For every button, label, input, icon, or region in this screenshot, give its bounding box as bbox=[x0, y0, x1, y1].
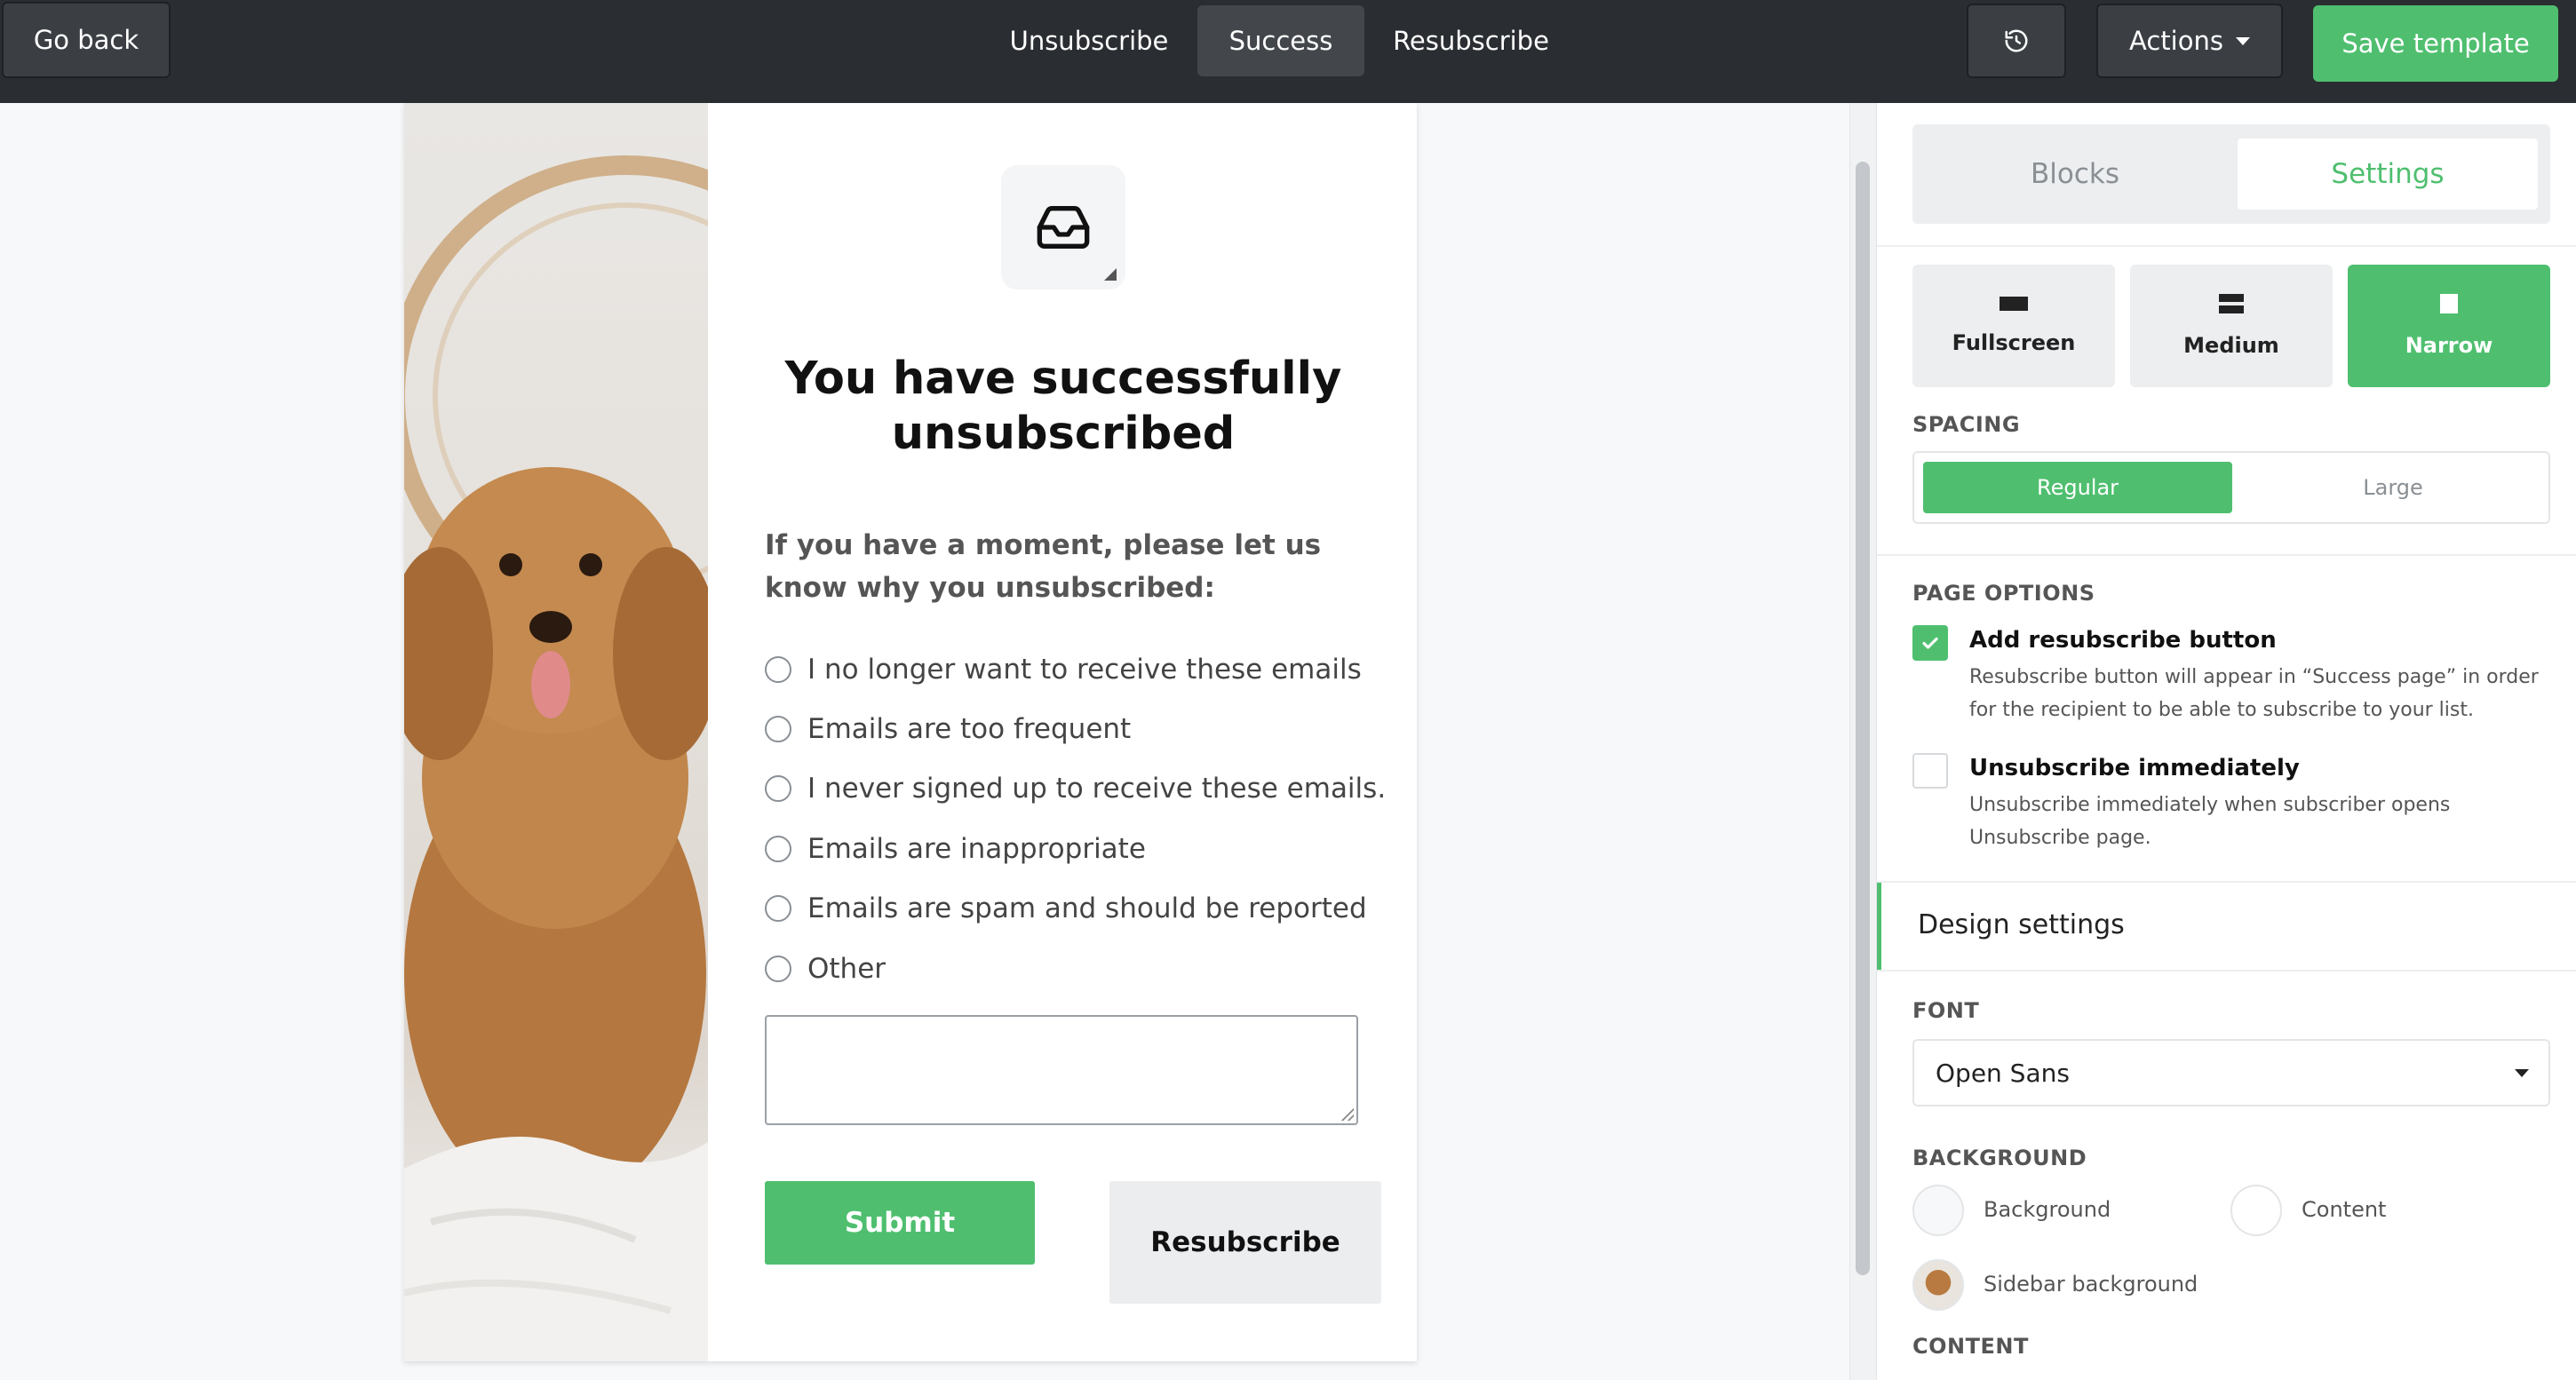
medium-layout-icon bbox=[2219, 294, 2244, 313]
reason-option[interactable]: I never signed up to receive these email… bbox=[765, 759, 1387, 819]
other-reason-textarea[interactable] bbox=[765, 1015, 1358, 1125]
background-swatch-label: Background bbox=[1984, 1197, 2111, 1222]
radio-button[interactable] bbox=[765, 716, 791, 743]
reason-option-label: Emails are inappropriate bbox=[807, 832, 1146, 865]
tab-success[interactable]: Success bbox=[1197, 5, 1364, 76]
content-label: CONTENT bbox=[1912, 1334, 2029, 1359]
reason-option[interactable]: I no longer want to receive these emails bbox=[765, 639, 1387, 699]
actions-dropdown[interactable]: Actions bbox=[2096, 4, 2283, 78]
reason-question: If you have a moment, please let us know… bbox=[765, 529, 1322, 604]
layout-fullscreen-button[interactable]: Fullscreen bbox=[1912, 265, 2115, 387]
page-options-label: PAGE OPTIONS bbox=[1912, 581, 2095, 606]
spacing-label: SPACING bbox=[1912, 412, 2021, 437]
content-color-swatch[interactable] bbox=[2230, 1185, 2282, 1236]
layout-narrow-button[interactable]: Narrow bbox=[2348, 265, 2550, 387]
radio-button[interactable] bbox=[765, 655, 791, 683]
history-icon bbox=[2005, 29, 2028, 52]
layout-label: Narrow bbox=[2405, 333, 2493, 358]
reason-options: I no longer want to receive these emails… bbox=[765, 639, 1387, 998]
sidebar-background-swatch[interactable] bbox=[1912, 1259, 1964, 1311]
spacing-large-button[interactable]: Large bbox=[2243, 462, 2543, 513]
unsubscribe-immediately-title: Unsubscribe immediately bbox=[1969, 755, 2300, 781]
save-template-button[interactable]: Save template bbox=[2313, 5, 2558, 82]
layout-medium-button[interactable]: Medium bbox=[2130, 265, 2333, 387]
actions-label: Actions bbox=[2129, 26, 2223, 56]
reason-option-label: I no longer want to receive these emails bbox=[807, 653, 1362, 686]
tab-blocks[interactable]: Blocks bbox=[1925, 139, 2225, 210]
sidebar-background-swatch-label: Sidebar background bbox=[1984, 1272, 2198, 1297]
reason-option[interactable]: Emails are spam and should be reported bbox=[765, 879, 1387, 939]
font-select[interactable]: Open Sans bbox=[1912, 1039, 2550, 1106]
reason-option-label: Emails are too frequent bbox=[807, 713, 1132, 746]
reason-option-label: Other bbox=[807, 952, 886, 985]
fullscreen-layout-icon bbox=[2000, 297, 2028, 311]
tab-unsubscribe[interactable]: Unsubscribe bbox=[995, 5, 1183, 76]
spacing-regular-button[interactable]: Regular bbox=[1923, 462, 2232, 513]
radio-button[interactable] bbox=[765, 835, 791, 862]
submit-button[interactable]: Submit bbox=[765, 1181, 1035, 1265]
reason-option[interactable]: Emails are too frequent bbox=[765, 699, 1387, 758]
radio-button[interactable] bbox=[765, 895, 791, 923]
chevron-down-icon bbox=[2235, 36, 2250, 45]
sidebar-dog-image[interactable] bbox=[404, 103, 708, 1361]
spacing-toggle: Regular Large bbox=[1912, 451, 2550, 524]
chevron-down-icon bbox=[2515, 1069, 2529, 1077]
radio-button[interactable] bbox=[765, 955, 791, 982]
background-color-swatch[interactable] bbox=[1912, 1185, 1964, 1236]
unsubscribe-immediately-checkbox[interactable] bbox=[1912, 753, 1948, 789]
add-resubscribe-description: Resubscribe button will appear in “Succe… bbox=[1969, 666, 2539, 721]
panel-tabs: Blocks Settings bbox=[1912, 124, 2550, 224]
divider bbox=[1877, 245, 2576, 247]
tab-resubscribe[interactable]: Resubscribe bbox=[1380, 5, 1562, 76]
layout-label: Medium bbox=[2183, 333, 2279, 358]
font-label: FONT bbox=[1912, 998, 1980, 1023]
reason-option-label: Emails are spam and should be reported bbox=[807, 892, 1367, 925]
tab-settings[interactable]: Settings bbox=[2238, 139, 2538, 210]
layout-label: Fullscreen bbox=[1952, 330, 2076, 355]
unsubscribe-page-card: You have successfully unsubscribed If yo… bbox=[404, 103, 1417, 1361]
preview-canvas: You have successfully unsubscribed If yo… bbox=[0, 103, 1852, 1380]
dog-photo bbox=[404, 155, 708, 1361]
design-settings-title: Design settings bbox=[1918, 909, 2125, 940]
add-resubscribe-title: Add resubscribe button bbox=[1969, 627, 2277, 654]
background-label: BACKGROUND bbox=[1912, 1146, 2087, 1170]
unsubscribe-immediately-description: Unsubscribe immediately when subscriber … bbox=[1969, 794, 2451, 849]
history-button[interactable] bbox=[1967, 4, 2066, 78]
top-bar: Go back Unsubscribe Success Resubscribe … bbox=[0, 0, 2576, 103]
font-select-value: Open Sans bbox=[1936, 1058, 2070, 1088]
resubscribe-button[interactable]: Resubscribe bbox=[1109, 1181, 1381, 1304]
textarea-resize-icon[interactable] bbox=[1341, 1108, 1354, 1121]
active-section-indicator bbox=[1877, 883, 1881, 970]
add-resubscribe-checkbox[interactable] bbox=[1912, 625, 1948, 661]
narrow-layout-icon bbox=[2440, 294, 2458, 313]
reason-option[interactable]: Other bbox=[765, 939, 1387, 998]
content-swatch-label: Content bbox=[2302, 1197, 2387, 1222]
canvas-scrollbar-thumb[interactable] bbox=[1856, 162, 1870, 1275]
inbox-icon-block[interactable] bbox=[1001, 165, 1125, 289]
inbox-icon bbox=[1037, 206, 1090, 249]
checkmark-icon bbox=[1922, 637, 1938, 649]
radio-button[interactable] bbox=[765, 775, 791, 803]
reason-option-label: I never signed up to receive these email… bbox=[807, 773, 1387, 805]
page-heading: You have successfully unsubscribed bbox=[784, 353, 1342, 460]
design-settings-section[interactable]: Design settings bbox=[1877, 881, 2576, 972]
resize-handle-icon[interactable] bbox=[1104, 268, 1117, 281]
settings-panel: Blocks Settings Fullscreen Medium Narrow… bbox=[1876, 103, 2576, 1380]
page-content: You have successfully unsubscribed If yo… bbox=[708, 103, 1417, 1361]
reason-option[interactable]: Emails are inappropriate bbox=[765, 819, 1387, 878]
divider bbox=[1877, 554, 2576, 556]
go-back-button[interactable]: Go back bbox=[2, 2, 171, 78]
